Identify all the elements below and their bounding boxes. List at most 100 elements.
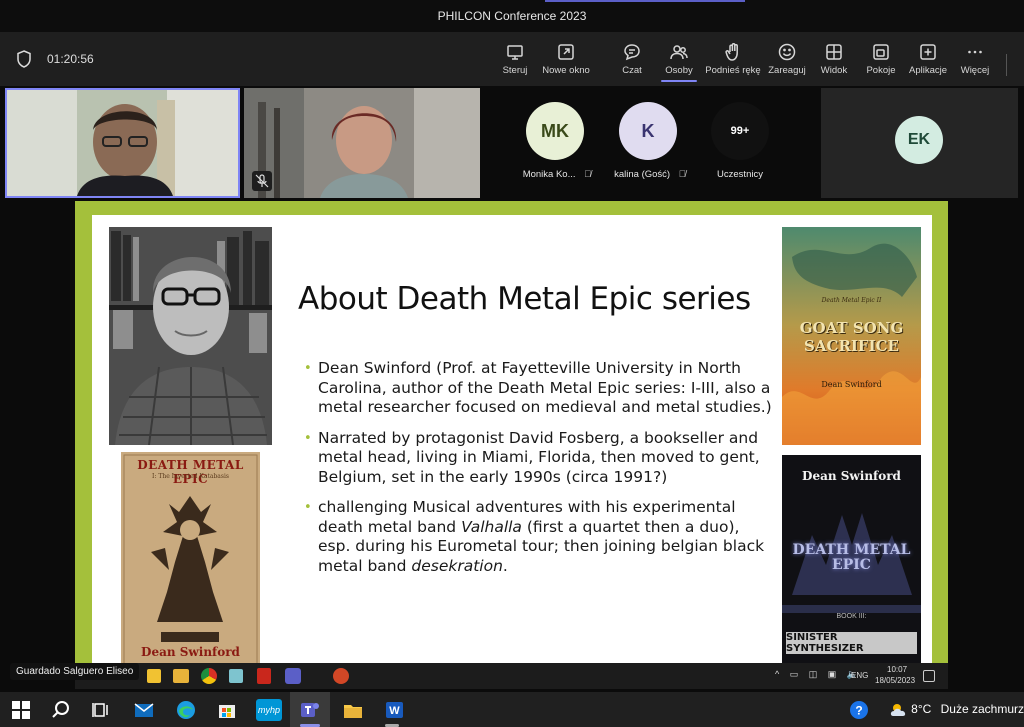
weather-cloud-icon[interactable] [888, 699, 910, 721]
new-window-button[interactable]: Nowe okno [538, 40, 594, 84]
video-tile-ek[interactable]: EK [821, 88, 1018, 198]
language-indicator: ENG [851, 671, 869, 680]
more-label: Więcej [960, 65, 990, 76]
more-icon [968, 50, 982, 54]
bullet-2: • Narrated by protagonist David Fosberg,… [304, 429, 774, 488]
share-screen-icon [507, 45, 523, 60]
cover3-title: SINISTER SYNTHESIZER [786, 632, 917, 654]
raise-hand-button[interactable]: Podnieś rękę [704, 40, 762, 84]
bullet-2-text: Narrated by protagonist David Fosberg, a… [318, 428, 760, 486]
avatar-ek: EK [895, 116, 943, 164]
bullet-1: • Dean Swinford (Prof. at Fayetteville U… [304, 359, 774, 418]
weather-temperature: 8°C [911, 702, 932, 716]
bullet-dot: • [304, 500, 312, 515]
meeting-toolbar: 01:20:56 Steruj Nowe okno Czat Osoby Pod… [0, 32, 1024, 86]
cover3-logo: DEATH METAL EPIC [792, 542, 911, 573]
band-name-valhalla: Valhalla [461, 517, 522, 536]
weather-description: Duże zachmurz [940, 702, 1024, 716]
shield-icon [17, 50, 31, 68]
participants-label-text: Uczestnicy [717, 169, 763, 180]
author-photo [109, 227, 272, 445]
participants-label: Uczestnicy [690, 169, 790, 180]
video-tile-speaker[interactable] [5, 88, 240, 198]
cover3-author: Dean Swinford [802, 469, 901, 483]
teams-icon [285, 668, 301, 684]
file-explorer-icon[interactable] [342, 699, 364, 721]
view-label: Widok [820, 65, 848, 76]
mic-off-icon: 🎙̸ [678, 169, 686, 180]
people-label: Osoby [665, 65, 693, 76]
powerpoint-icon [333, 668, 349, 684]
slide-title: About Death Metal Epic series [298, 281, 751, 317]
hp-app-icon[interactable]: myhp [256, 699, 282, 721]
new-window-icon [558, 44, 574, 60]
book-cover-2: Death Metal Epic II GOAT SONG SACRIFICE … [782, 227, 921, 445]
participant-name-mk: Monika Ko... 🎙̸ [507, 169, 607, 180]
svg-text:?: ? [855, 704, 862, 718]
folder-icon [173, 669, 189, 683]
rooms-icon [873, 44, 889, 60]
help-icon[interactable]: ? [848, 699, 870, 721]
participants-count-avatar[interactable]: 99+ [711, 102, 769, 160]
plus-icon [920, 44, 936, 60]
avatar-k[interactable]: K [619, 102, 677, 160]
windows-start-icon[interactable] [12, 701, 30, 719]
share-button[interactable]: Steruj [487, 40, 543, 84]
search-icon[interactable] [50, 699, 72, 721]
smiley-icon [778, 43, 796, 61]
more-button[interactable]: Więcej [947, 40, 1003, 84]
people-button[interactable]: Osoby [651, 40, 707, 84]
book-cover-1: DEATH METAL EPIC I: The Inverted Katabas… [121, 452, 260, 667]
participant-video-row: MK Monika Ko... 🎙̸ K kalina (Gość) 🎙̸ 99… [0, 86, 1024, 202]
muted-badge [252, 171, 272, 191]
shared-taskbar: ^ ▭ ◫ ▣ 🔈 ENG 10:07 18/05/2023 [75, 663, 948, 689]
raise-hand-icon [725, 43, 738, 61]
word-icon[interactable]: W [383, 699, 405, 721]
apps-label: Aplikacje [908, 65, 948, 76]
mail-icon[interactable] [133, 699, 155, 721]
avatar-mk-initials: MK [541, 120, 569, 141]
band-name-desekration: desekration [411, 556, 503, 575]
cover2-author: Dean Swinford [821, 380, 882, 389]
chrome-icon [201, 668, 217, 684]
grid-icon [826, 44, 842, 60]
mic-off-icon: 🎙̸ [584, 169, 592, 180]
acrobat-icon [257, 668, 271, 684]
presentation-slide: DEATH METAL EPIC I: The Inverted Katabas… [92, 215, 932, 667]
toolbar-divider [1006, 54, 1007, 76]
react-label: Zareaguj [768, 65, 806, 76]
avatar-k-initials: K [641, 120, 655, 141]
tray-icons: ^ ▭ ◫ ▣ 🔈 [775, 669, 862, 679]
share-label: Steruj [502, 65, 528, 76]
slide-bullets: • Dean Swinford (Prof. at Fayetteville U… [304, 359, 774, 587]
participant-name-k-text: kalina (Gość) [614, 169, 671, 180]
participants-count: 99+ [730, 125, 750, 137]
window-title: PHILCON Conference 2023 [437, 9, 587, 23]
book-cover-3: Dean Swinford DEATH METAL EPIC BOOK III:… [782, 455, 921, 667]
cover1-subtitle: I: The Inverted Katabasis [152, 473, 229, 480]
rooms-label: Pokoje [866, 65, 896, 76]
chat-icon [624, 44, 640, 61]
weather-widget[interactable]: 8°C Duże zachmurz [911, 702, 1024, 716]
clock-time: 10:07 [887, 665, 908, 674]
video-tile-participant[interactable] [244, 88, 480, 198]
store-icon[interactable] [216, 699, 238, 721]
raise-hand-label: Podnieś rękę [705, 65, 761, 76]
sticky-notes-icon [147, 669, 161, 683]
edge-icon[interactable] [175, 699, 197, 721]
svg-text:W: W [389, 705, 400, 717]
cover1-author: Dean Swinford [141, 645, 240, 659]
participant-video [244, 88, 480, 198]
speaker-name-label: Guardado Salguero Eliseo [10, 663, 140, 680]
new-window-label: Nowe okno [542, 65, 590, 76]
task-view-icon[interactable] [90, 699, 112, 721]
bullet-dot: • [304, 430, 312, 446]
teams-icon[interactable] [299, 699, 321, 721]
chat-label: Czat [622, 65, 642, 76]
active-tab-indicator [661, 80, 697, 82]
meeting-timer: 01:20:56 [47, 52, 94, 66]
avatar-mk[interactable]: MK [526, 102, 584, 160]
participant-name-k: kalina (Gość) 🎙̸ [600, 169, 700, 180]
cover1-title: DEATH METAL EPIC [137, 458, 244, 486]
cover2-series: Death Metal Epic II [821, 297, 882, 304]
